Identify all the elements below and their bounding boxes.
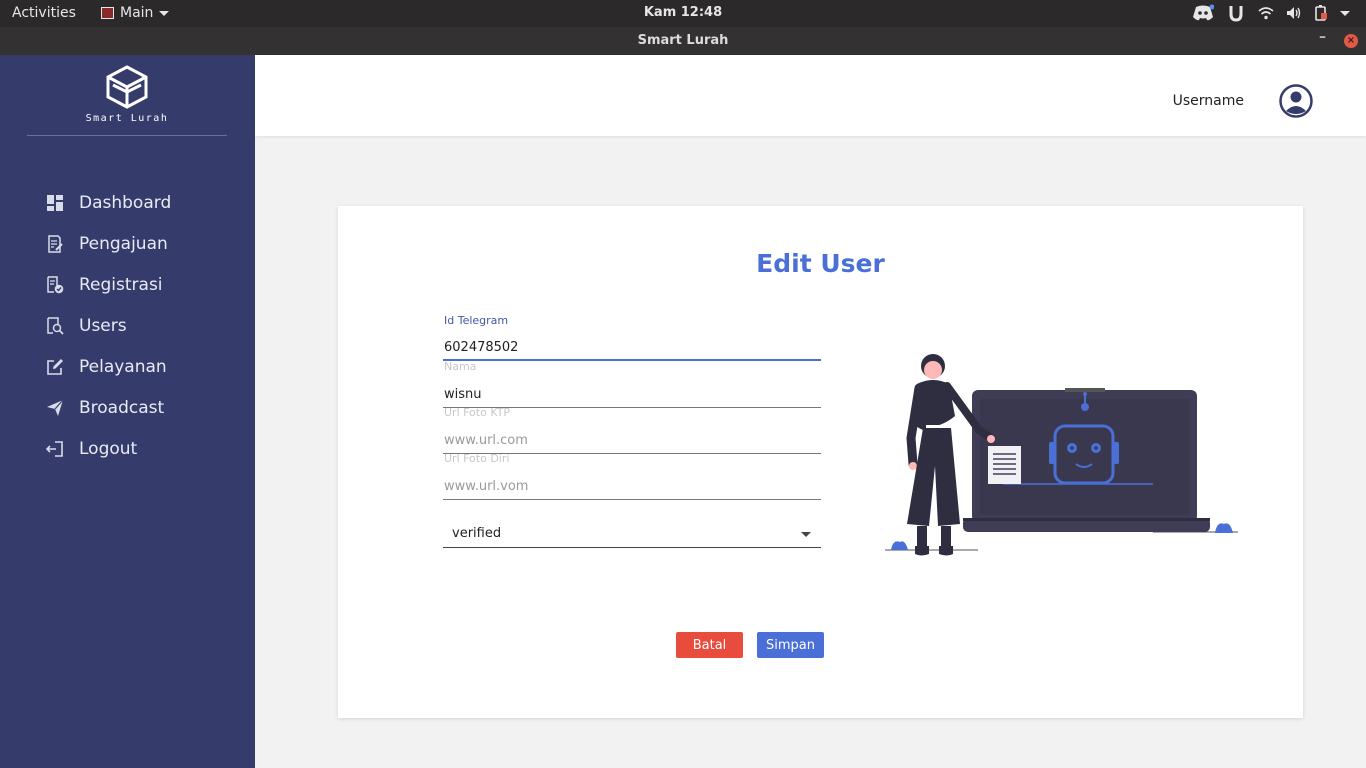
user-search-icon (46, 316, 64, 335)
sidebar-item-registrasi[interactable]: Registrasi (0, 264, 255, 305)
discord-icon[interactable] (1192, 4, 1214, 22)
username-label[interactable]: Username (1173, 93, 1244, 109)
sidebar-item-logout[interactable]: Logout (0, 428, 255, 469)
logout-icon (46, 440, 64, 458)
close-button[interactable]: × (1344, 34, 1358, 48)
edit-icon (46, 358, 64, 376)
sidebar-item-users[interactable]: Users (0, 305, 255, 346)
cancel-button[interactable]: Batal (676, 632, 743, 658)
wifi-icon[interactable] (1258, 6, 1274, 20)
send-icon (46, 399, 64, 417)
minimize-button[interactable]: – (1319, 29, 1326, 45)
window-title: Smart Lurah (637, 33, 729, 48)
url-foto-ktp-input[interactable] (443, 428, 821, 454)
system-menu-chevron-icon[interactable] (1340, 10, 1350, 16)
window-title-bar: Smart Lurah – × (0, 27, 1366, 55)
battery-icon[interactable] (1314, 5, 1328, 21)
brand[interactable]: Smart Lurah (27, 65, 227, 136)
status-select[interactable]: verified (443, 520, 821, 548)
nama-label: Nama (444, 360, 477, 373)
system-top-bar: Activities Main Kam 12:48 (0, 0, 1366, 27)
sidebar-item-broadcast[interactable]: Broadcast (0, 387, 255, 428)
system-tray (1192, 3, 1350, 23)
volume-icon[interactable] (1286, 6, 1302, 20)
sidebar: Smart Lurah Dashboard Pengajuan Registra… (0, 55, 255, 768)
dashboard-icon (46, 194, 64, 212)
document-check-icon (46, 275, 64, 294)
url-foto-ktp-field: Url Foto KTP (443, 406, 821, 456)
url-foto-diri-input[interactable] (443, 474, 821, 500)
url-foto-diri-field: Url Foto Diri (443, 452, 821, 502)
id-telegram-field: Id Telegram (443, 314, 821, 364)
brand-name: Smart Lurah (85, 113, 169, 124)
id-telegram-label: Id Telegram (444, 314, 509, 327)
sidebar-nav: Dashboard Pengajuan Registrasi Users Pel… (0, 182, 255, 469)
clock[interactable]: Kam 12:48 (0, 5, 1366, 20)
sidebar-item-label: Logout (79, 438, 138, 459)
nama-field: Nama (443, 360, 821, 410)
sidebar-item-label: Registrasi (79, 274, 163, 295)
sidebar-item-label: Users (79, 315, 127, 336)
url-foto-ktp-label: Url Foto KTP (444, 406, 511, 419)
id-telegram-input[interactable] (443, 335, 821, 361)
avatar-icon[interactable] (1279, 84, 1313, 118)
edit-user-card: Edit User Id Telegram Nama Url Foto KTP … (338, 206, 1303, 718)
u-app-icon[interactable] (1226, 3, 1246, 23)
url-foto-diri-label: Url Foto Diri (444, 452, 510, 465)
save-button[interactable]: Simpan (757, 632, 824, 658)
sidebar-item-pengajuan[interactable]: Pengajuan (0, 223, 255, 264)
sidebar-item-label: Dashboard (79, 192, 172, 213)
document-edit-icon (46, 234, 64, 253)
sidebar-item-label: Pengajuan (79, 233, 168, 254)
app-header: Username (255, 55, 1366, 136)
robot-presentation-illustration (885, 354, 1238, 556)
sidebar-item-pelayanan[interactable]: Pelayanan (0, 346, 255, 387)
status-select-value: verified (452, 526, 502, 541)
smart-lurah-logo-icon (106, 65, 148, 109)
nama-input[interactable] (443, 382, 821, 408)
sidebar-item-label: Broadcast (79, 397, 165, 418)
chevron-down-icon (801, 532, 811, 537)
sidebar-item-label: Pelayanan (79, 356, 167, 377)
page-title: Edit User (756, 249, 885, 278)
sidebar-item-dashboard[interactable]: Dashboard (0, 182, 255, 223)
